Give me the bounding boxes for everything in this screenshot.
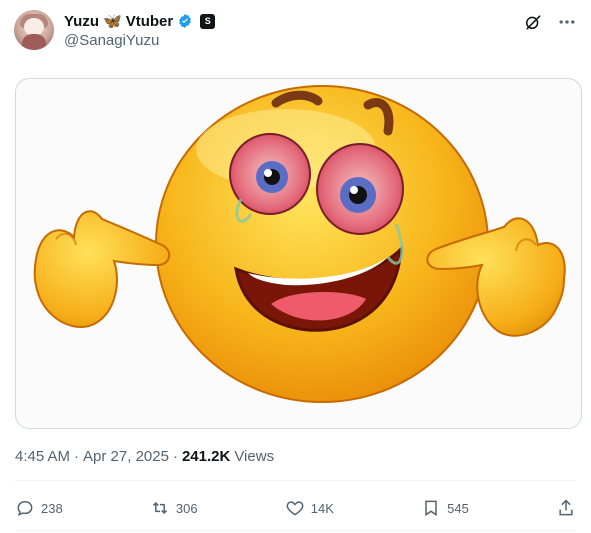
post-time[interactable]: 4:45 AM xyxy=(15,448,70,465)
post-date[interactable]: Apr 27, 2025 xyxy=(83,448,169,465)
butterfly-emoji: 🦋 xyxy=(103,13,122,30)
grok-icon[interactable] xyxy=(523,12,543,32)
share-icon xyxy=(559,499,573,516)
reply-count: 238 xyxy=(41,500,63,516)
divider xyxy=(15,530,576,531)
repost-count: 306 xyxy=(175,500,198,516)
more-icon[interactable] xyxy=(557,12,577,32)
repost-button[interactable]: 306 xyxy=(150,498,198,518)
reply-icon xyxy=(17,500,33,517)
bookmark-count: 545 xyxy=(447,500,469,516)
heart-icon xyxy=(286,501,304,516)
author-display-name[interactable]: Yuzu xyxy=(64,13,99,30)
post-meta: 4:45 AM · Apr 27, 2025 · 241.2K Views xyxy=(15,448,274,465)
meta-separator: · xyxy=(74,448,80,465)
bookmark-button[interactable]: 545 xyxy=(421,498,469,518)
top-actions xyxy=(523,12,577,32)
repost-icon xyxy=(152,501,168,515)
avatar[interactable] xyxy=(14,10,54,50)
emoji-illustration xyxy=(33,85,566,403)
post-actions: 238 306 14K 545 xyxy=(15,496,576,520)
bookmark-icon xyxy=(425,500,437,517)
reply-button[interactable]: 238 xyxy=(15,498,63,518)
like-button[interactable]: 14K xyxy=(285,498,334,518)
author-name-row[interactable]: Yuzu 🦋 Vtuber S xyxy=(64,12,216,30)
views-label: Views xyxy=(234,448,275,465)
meta-separator: · xyxy=(172,448,178,465)
post-image[interactable] xyxy=(15,78,582,429)
post-header: Yuzu 🦋 Vtuber S @SanagiYuzu xyxy=(14,10,577,52)
affiliate-badge-icon[interactable]: S xyxy=(200,13,216,29)
divider xyxy=(15,480,576,481)
author-suffix[interactable]: Vtuber xyxy=(126,13,174,30)
like-count: 14K xyxy=(310,500,334,516)
share-button[interactable] xyxy=(556,498,576,518)
verified-check-icon[interactable] xyxy=(177,13,193,29)
author-handle[interactable]: @SanagiYuzu xyxy=(64,32,159,49)
views-count: 241.2K xyxy=(181,448,231,465)
